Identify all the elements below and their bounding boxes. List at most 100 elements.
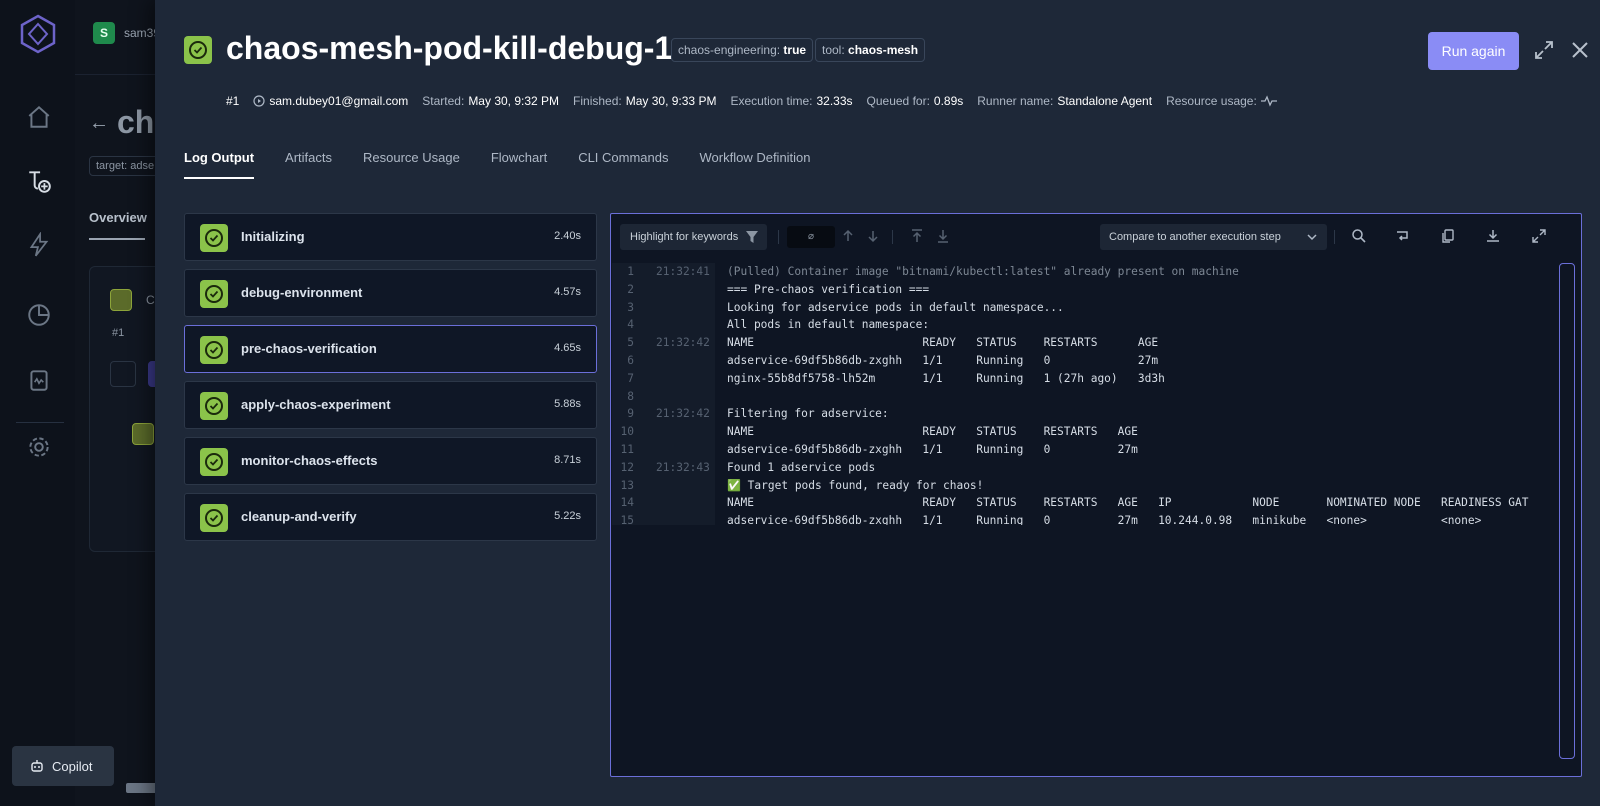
step-duration: 5.88s (554, 398, 581, 410)
log-line-number: 6 (627, 353, 634, 367)
tag-value: chaos-mesh (848, 43, 919, 57)
log-text: NAME READY STATUS RESTARTS AGE (727, 425, 1138, 439)
log-line-number: 9 (627, 407, 634, 421)
log-text: === Pre-chaos verification === (727, 282, 930, 296)
tab-overview[interactable]: Overview (89, 210, 147, 225)
log-line-number: 1 (627, 265, 634, 278)
highlight-keywords-label: Highlight for keywords (630, 231, 739, 243)
sidebar-divider (16, 422, 64, 423)
resource-usage-icon[interactable] (110, 361, 136, 387)
scroll-top-icon[interactable] (909, 228, 925, 244)
log-text: (Pulled) Container image "bitnami/kubect… (727, 265, 1239, 278)
highlight-keywords-button[interactable]: Highlight for keywords (620, 224, 767, 250)
log-text: All pods in default namespace: (727, 318, 930, 332)
wrap-lines-icon[interactable] (1395, 228, 1411, 244)
log-line: 9 21:32:42 Filtering for adservice: (612, 405, 1535, 424)
app-logo[interactable] (20, 14, 56, 54)
chevron-down-icon (1307, 234, 1317, 241)
compare-step-select[interactable]: Compare to another execution step (1100, 224, 1327, 250)
insights-icon[interactable] (26, 302, 52, 328)
scroll-bottom-icon[interactable] (935, 228, 951, 244)
log-line: 6 adservice-69df5b86db-zxghh 1/1 Running … (612, 351, 1535, 370)
step-list: Initializing 2.40s debug-environment 4.57s p… (184, 213, 597, 549)
tab-log-output[interactable]: Log Output (184, 150, 255, 179)
execution-card[interactable]: C #1 (89, 266, 165, 793)
log-line-number: 2 (627, 282, 634, 296)
close-icon[interactable] (1568, 38, 1592, 62)
log-line: 11 adservice-69df5b86db-zxghh 1/1 Running… (612, 440, 1535, 459)
step-duration: 4.65s (554, 342, 581, 354)
tab-active-indicator (89, 238, 145, 240)
keyword-search-input[interactable]: ⌀ (787, 226, 835, 248)
step-success-check-icon (200, 280, 228, 308)
vertical-scrollbar[interactable] (1559, 263, 1575, 759)
execution-time-label: Execution time: (730, 94, 813, 108)
step-success-check-icon (200, 392, 228, 420)
log-text: adservice-69df5b86db-zxghh 1/1 Running 0… (727, 514, 1482, 525)
step-name: cleanup-and-verify (241, 509, 357, 524)
log-line: 1 21:32:41 (Pulled) Container image "bitna… (612, 263, 1535, 281)
tab-flowchart[interactable]: Flowchart (491, 150, 547, 179)
triggers-icon[interactable] (26, 232, 52, 258)
toolbar-divider (778, 230, 779, 244)
step-name: monitor-chaos-effects (241, 453, 378, 468)
log-line: 3 Looking for adservice pods in default n… (612, 298, 1535, 317)
download-icon[interactable] (1485, 228, 1501, 244)
log-toolbar: Highlight for keywords ⌀ Compare to anot… (611, 214, 1581, 262)
log-line: 2 === Pre-chaos verification === (612, 280, 1535, 299)
search-icon[interactable] (1351, 228, 1367, 244)
log-line: 14 NAME READY STATUS RESTARTS AGE IP NODE… (612, 494, 1535, 513)
log-line-number: 5 (627, 336, 634, 350)
log-line-number: 11 (620, 442, 634, 456)
log-timestamp: 21:32:42 (656, 336, 710, 350)
run-again-button[interactable]: Run again (1428, 32, 1519, 70)
arrow-up-icon[interactable] (840, 228, 856, 244)
tag-key: chaos-engineering: (678, 43, 781, 57)
log-text: Filtering for adservice: (727, 407, 889, 421)
queued-label: Queued for: (866, 94, 930, 108)
test-reports-icon[interactable] (26, 367, 52, 393)
workflows-icon[interactable] (26, 168, 52, 194)
copy-icon[interactable] (1440, 228, 1456, 244)
org-avatar[interactable]: S (93, 22, 115, 44)
log-text: NAME READY STATUS RESTARTS AGE IP NODE N… (727, 496, 1529, 510)
step-cleanup-and-verify[interactable]: cleanup-and-verify 5.22s (184, 493, 597, 541)
step-pre-chaos-verification[interactable]: pre-chaos-verification 4.65s (184, 325, 597, 373)
tag-value: true (783, 43, 807, 57)
tab-workflow-definition[interactable]: Workflow Definition (700, 150, 811, 179)
finished-value: May 30, 9:33 PM (625, 94, 717, 108)
log-line: 13 ✅ Target pods found, ready for chaos! (612, 476, 1535, 495)
arrow-down-icon[interactable] (865, 228, 881, 244)
tab-artifacts[interactable]: Artifacts (285, 150, 332, 179)
copilot-button[interactable]: Copilot (12, 746, 114, 786)
queued-value: 0.89s (933, 94, 964, 108)
log-timestamp: 21:32:43 (656, 460, 710, 474)
step-apply-chaos-experiment[interactable]: apply-chaos-experiment 5.88s (184, 381, 597, 429)
tab-resource-usage[interactable]: Resource Usage (363, 150, 460, 179)
app-sidebar (0, 0, 75, 806)
filter-icon (746, 231, 758, 243)
workflow-tag: target: adse (89, 156, 162, 176)
log-line-number: 4 (627, 318, 634, 332)
log-text: NAME READY STATUS RESTARTS AGE (727, 336, 1159, 350)
execution-drawer: chaos-mesh-pod-kill-debug-1 chaos-engine… (155, 0, 1600, 806)
pulse-icon[interactable] (1260, 95, 1277, 107)
fullscreen-icon[interactable] (1531, 228, 1547, 244)
settings-gear-icon[interactable] (26, 434, 52, 460)
run-number: #1 (226, 94, 240, 108)
tab-cli-commands[interactable]: CLI Commands (578, 150, 668, 179)
log-viewer: Highlight for keywords ⌀ Compare to anot… (610, 213, 1582, 777)
execution-tabs: Log Output Artifacts Resource Usage Flow… (184, 150, 811, 179)
step-check-icon (132, 423, 154, 445)
tag-tool: tool: chaos-mesh (815, 38, 926, 62)
triggered-by-user: sam.dubey01@gmail.com (269, 94, 409, 108)
back-arrow-icon[interactable]: ← (89, 112, 109, 135)
log-lines[interactable]: 1 21:32:41 (Pulled) Container image "bitna… (612, 263, 1535, 525)
expand-icon[interactable] (1532, 38, 1556, 62)
step-debug-environment[interactable]: debug-environment 4.57s (184, 269, 597, 317)
step-monitor-chaos-effects[interactable]: monitor-chaos-effects 8.71s (184, 437, 597, 485)
execution-meta: #1 sam.dubey01@gmail.com Started: May 30,… (226, 92, 1291, 110)
home-icon[interactable] (26, 104, 52, 130)
started-value: May 30, 9:32 PM (468, 94, 560, 108)
step-Initializing[interactable]: Initializing 2.40s (184, 213, 597, 261)
